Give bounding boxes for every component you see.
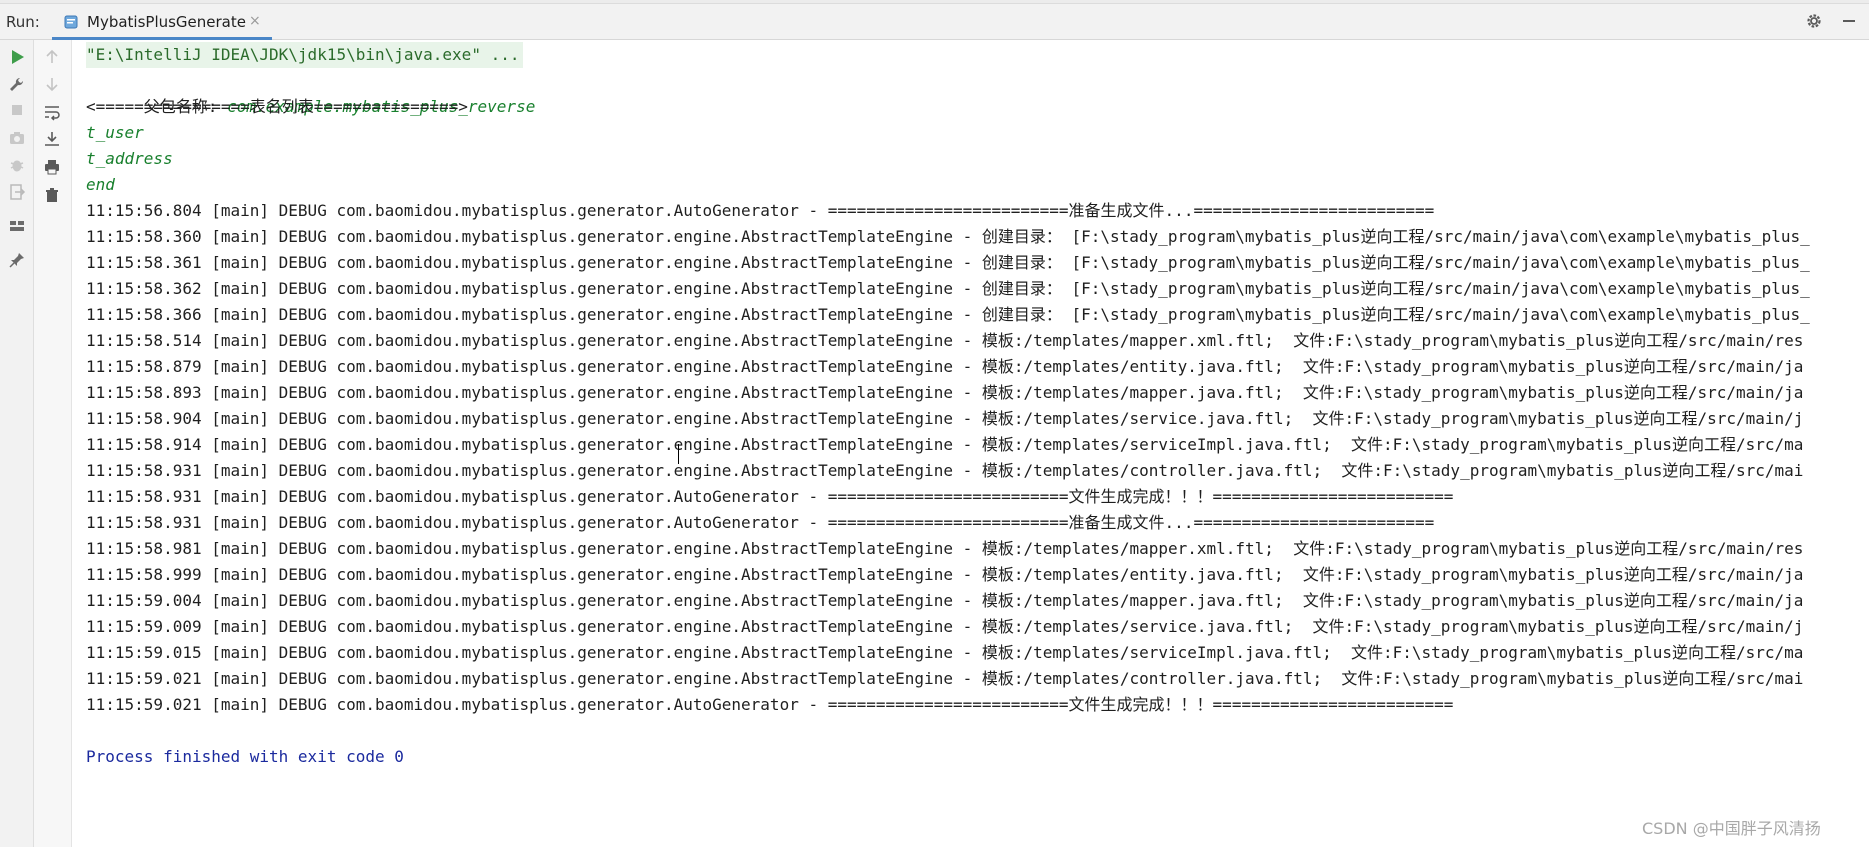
camera-icon[interactable] xyxy=(7,128,27,148)
log-line: 11:15:58.914 [main] DEBUG com.baomidou.m… xyxy=(86,435,1804,454)
log-line: 11:15:58.904 [main] DEBUG com.baomidou.m… xyxy=(86,409,1804,428)
log-line: 11:15:58.931 [main] DEBUG com.baomidou.m… xyxy=(86,461,1804,480)
stop-icon[interactable] xyxy=(7,100,27,120)
table-name-line: t_address xyxy=(86,149,173,168)
log-line: 11:15:59.004 [main] DEBUG com.baomidou.m… xyxy=(86,591,1804,610)
left-toolbar xyxy=(0,40,34,847)
log-line: 11:15:58.879 [main] DEBUG com.baomidou.m… xyxy=(86,357,1804,376)
run-tool-window: Run: MybatisPlusGenerate × "E:\IntelliJ … xyxy=(0,0,1869,847)
log-line: 11:15:58.366 [main] DEBUG com.baomidou.m… xyxy=(86,305,1810,324)
log-line: 11:15:58.514 [main] DEBUG com.baomidou.m… xyxy=(86,331,1804,350)
log-line: 11:15:58.360 [main] DEBUG com.baomidou.m… xyxy=(86,227,1810,246)
table-list-header: <================表名列表===============> xyxy=(86,97,468,116)
scroll-to-end-icon[interactable] xyxy=(42,129,62,149)
console-output[interactable]: "E:\IntelliJ IDEA\JDK\jdk15\bin\java.exe… xyxy=(72,40,1869,847)
wrench-icon[interactable] xyxy=(7,75,27,95)
table-name-line: t_user xyxy=(86,123,144,142)
process-finished-line: Process finished with exit code 0 xyxy=(86,747,404,766)
log-line: 11:15:58.361 [main] DEBUG com.baomidou.m… xyxy=(86,253,1810,272)
pin-icon[interactable] xyxy=(7,250,27,270)
log-line: 11:15:59.015 [main] DEBUG com.baomidou.m… xyxy=(86,643,1804,662)
run-label: Run: xyxy=(6,13,40,31)
down-arrow-icon[interactable] xyxy=(42,74,62,94)
log-line: 11:15:59.009 [main] DEBUG com.baomidou.m… xyxy=(86,617,1804,636)
log-line: 11:15:58.999 [main] DEBUG com.baomidou.m… xyxy=(86,565,1804,584)
text-caret xyxy=(678,444,679,464)
tab-mybatis-plus-generate[interactable]: MybatisPlusGenerate × xyxy=(52,6,272,40)
run-icon[interactable] xyxy=(7,47,27,67)
watermark: CSDN @中国胖子风清扬 xyxy=(1642,819,1821,838)
log-line: 11:15:59.021 [main] DEBUG com.baomidou.m… xyxy=(86,669,1804,688)
log-line: 11:15:58.893 [main] DEBUG com.baomidou.m… xyxy=(86,383,1804,402)
console-toolbar xyxy=(34,40,72,847)
debug-bug-icon[interactable] xyxy=(7,155,27,175)
log-line: 11:15:58.981 [main] DEBUG com.baomidou.m… xyxy=(86,539,1804,558)
package-line: 父包名称: com.example.mybatis_plus_reverse xyxy=(86,68,536,116)
soft-wrap-icon[interactable] xyxy=(42,102,62,122)
run-header: Run: MybatisPlusGenerate × xyxy=(0,0,1869,40)
log-line: 11:15:59.021 [main] DEBUG com.baomidou.m… xyxy=(86,695,1454,714)
log-line: 11:15:56.804 [main] DEBUG com.baomidou.m… xyxy=(86,201,1435,220)
print-icon[interactable] xyxy=(42,157,62,177)
log-line: 11:15:58.362 [main] DEBUG com.baomidou.m… xyxy=(86,279,1810,298)
tab-title: MybatisPlusGenerate xyxy=(87,13,246,31)
command-line: "E:\IntelliJ IDEA\JDK\jdk15\bin\java.exe… xyxy=(86,42,524,68)
log-line: 11:15:58.931 [main] DEBUG com.baomidou.m… xyxy=(86,513,1435,532)
layout-icon[interactable] xyxy=(7,216,27,236)
top-strip xyxy=(0,0,1869,4)
gear-icon[interactable] xyxy=(1805,12,1823,30)
minimize-icon[interactable] xyxy=(1840,12,1858,30)
run-config-icon xyxy=(64,15,78,29)
table-name-line: end xyxy=(86,175,115,194)
exit-icon[interactable] xyxy=(7,182,27,202)
trash-icon[interactable] xyxy=(42,185,62,205)
up-arrow-icon[interactable] xyxy=(42,47,62,67)
log-line: 11:15:58.931 [main] DEBUG com.baomidou.m… xyxy=(86,487,1454,506)
close-icon[interactable]: × xyxy=(249,13,261,29)
